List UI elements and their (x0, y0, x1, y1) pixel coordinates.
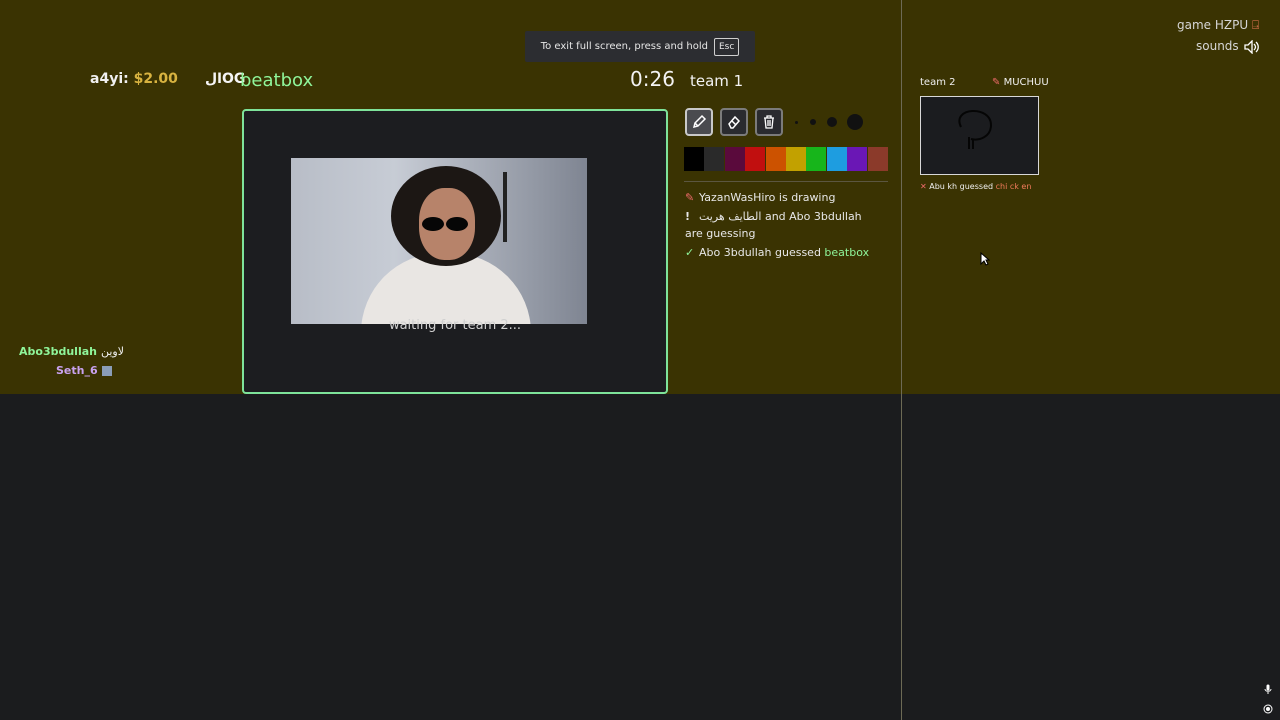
pencil-icon: ✎ (992, 77, 1001, 88)
webcam-person-glasses (422, 216, 472, 231)
eraser-icon (728, 115, 741, 129)
team2-sketch (958, 110, 993, 149)
message-highlight-word: beatbox (824, 246, 870, 259)
color-swatch[interactable] (806, 147, 827, 171)
current-word: beatbox (240, 70, 314, 91)
webcam-overlay (291, 158, 587, 324)
message-text: الطايف هريت and Abo 3bdullah are guessin… (685, 210, 862, 240)
message-drawing: ✎ YazanWasHiro is drawing (685, 189, 880, 206)
team2-label: team 2 (920, 77, 956, 88)
fullscreen-notice: To exit full screen, press and hold Esc (525, 31, 755, 62)
eraser-tool-button[interactable] (720, 108, 748, 136)
chat-message: Abo3bdullah لاوين (19, 345, 124, 358)
chat-username: Abo3bdullah (19, 345, 97, 358)
donor-name: a4yi: (90, 71, 129, 87)
color-swatch[interactable] (745, 147, 766, 171)
team1-title: team 1 (690, 72, 744, 90)
chat-text: لاوين (100, 345, 125, 358)
team2-drawer: ✎ MUCHUU (992, 77, 1049, 88)
messages-divider (684, 181, 888, 182)
color-swatch[interactable] (786, 147, 806, 171)
brush-size-m[interactable] (827, 117, 837, 127)
round-timer: 0:26 (630, 67, 675, 91)
sounds-label: sounds (1196, 39, 1239, 53)
fullscreen-notice-text: To exit full screen, press and hold (540, 41, 708, 52)
pencil-icon (692, 114, 707, 129)
team2-drawer-name: MUCHUU (1003, 77, 1049, 88)
donation-overlay: a4yi: $2.00 (90, 71, 178, 87)
emote-icon (101, 366, 112, 376)
game-bottom-area (0, 394, 1280, 720)
check-icon: ✓ (685, 246, 695, 259)
trash-tool-button[interactable] (755, 108, 783, 136)
brush-size-l[interactable] (847, 114, 863, 130)
chat-username: Seth_6 (56, 364, 98, 377)
column-divider (901, 0, 902, 720)
record-icon[interactable] (1263, 704, 1273, 714)
trash-icon (764, 115, 774, 129)
speaker-icon (1243, 38, 1259, 55)
message-text: Abo 3bdullah guessed (699, 246, 825, 259)
color-swatch[interactable] (704, 147, 725, 171)
close-icon: ✕ (920, 182, 927, 191)
donation-amount: $2.00 (133, 71, 178, 87)
webcam-microphone (503, 172, 507, 242)
color-swatch[interactable] (724, 147, 745, 171)
color-swatch[interactable] (684, 147, 704, 171)
pencil-icon: ✎ (685, 191, 695, 204)
team2-guess-message: ✕ Abu kh guessed chi ck en (920, 182, 1031, 191)
game-code-text: game HZPU (1177, 18, 1249, 32)
brush-size-xs[interactable] (795, 121, 798, 124)
pencil-tool-button[interactable] (685, 108, 713, 136)
team2-canvas-preview (920, 96, 1039, 175)
exclamation-icon: ! (685, 210, 691, 223)
chat-message: Seth_6 (56, 364, 112, 377)
color-swatch[interactable] (765, 147, 786, 171)
esc-key-hint: Esc (713, 37, 740, 56)
color-swatch[interactable] (867, 147, 888, 171)
brush-size-s[interactable] (810, 119, 816, 125)
team2-guess-word: chi ck en (995, 182, 1032, 191)
microphone-icon[interactable] (1263, 684, 1273, 694)
exit-door-icon: ⍈ (1251, 18, 1260, 32)
message-guessing: ! الطايف هريت and Abo 3bdullah are guessi… (685, 208, 880, 242)
color-swatch[interactable] (847, 147, 868, 171)
message-text: YazanWasHiro is drawing (699, 191, 836, 204)
mouse-cursor-icon (980, 252, 990, 266)
message-guessed: ✓ Abo 3bdullah guessed beatbox (685, 244, 880, 261)
game-code-exit[interactable]: game HZPU ⍈ (1177, 18, 1259, 33)
canvas-status: waiting for team 2... (388, 318, 522, 333)
team2-guess-user: Abu kh guessed (929, 182, 994, 191)
color-swatch[interactable] (826, 147, 847, 171)
sounds-toggle[interactable]: sounds (1196, 38, 1261, 55)
